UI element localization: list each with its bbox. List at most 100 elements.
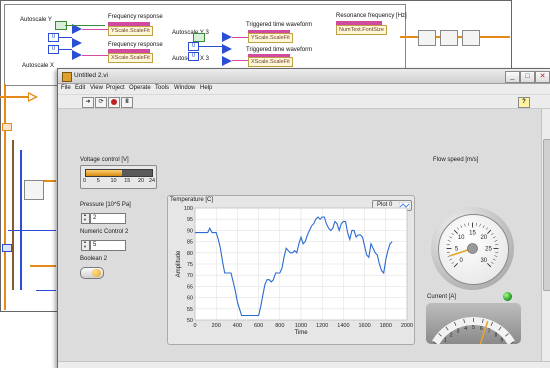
meter-tick-label: 4 (464, 326, 467, 332)
terminal-node[interactable] (2, 244, 12, 252)
gauge-tick-label: 10 (458, 235, 465, 241)
pause-icon[interactable]: II (121, 97, 133, 108)
gauge-tick (486, 227, 488, 229)
y-tick-label: 70 (187, 273, 193, 279)
select-node[interactable] (222, 44, 232, 54)
front-panel[interactable]: Voltage control [V] 0510152024 Pressure … (58, 109, 541, 361)
gauge-tick (461, 225, 462, 228)
numeric-control-2-increment[interactable] (81, 240, 90, 251)
front-panel-window[interactable]: Untitled 2.vi _ □ ✕ File Edit View Proje… (57, 68, 550, 368)
gauge-tick-label: 20 (480, 235, 487, 241)
num-text-property[interactable]: NumText.FontSize (336, 25, 387, 35)
temperature-graph[interactable]: Temperature [C] Plot 0 02004006008001000… (167, 195, 415, 345)
menu-edit[interactable]: Edit (75, 85, 85, 91)
voltage-label: Voltage control [V] (80, 157, 129, 163)
gauge-tick (493, 237, 496, 238)
pressure-label: Pressure [10^5 Pa] (80, 202, 131, 208)
freq-response-label-1: Frequency response (108, 14, 163, 20)
numeric-control-2-input[interactable]: 5 (90, 240, 126, 251)
run-continuous-icon[interactable]: ⟳ (95, 97, 107, 108)
gauge-tick-label: 5 (455, 247, 459, 253)
meter-tick-label: 9 (500, 338, 503, 344)
select-node[interactable] (72, 38, 82, 48)
wire (198, 46, 222, 47)
y-tick-label: 65 (187, 284, 193, 290)
wire (20, 150, 22, 290)
wire (36, 290, 56, 291)
x-tick-label: 400 (233, 323, 242, 329)
gauge-tick (449, 259, 452, 260)
menu-project[interactable]: Project (106, 85, 125, 91)
numeric-control-2-label: Numeric Control 2 (80, 229, 128, 235)
gauge-tick-label: 15 (469, 231, 476, 237)
menu-operate[interactable]: Operate (129, 85, 151, 91)
subvi-node[interactable] (440, 30, 458, 46)
horizontal-scrollbar[interactable] (58, 361, 550, 368)
subvi-node[interactable] (24, 180, 44, 200)
subvi-node[interactable] (462, 30, 480, 46)
gauge-tick (454, 263, 458, 267)
pressure-increment[interactable] (81, 213, 90, 224)
autoscale-y3-terminal[interactable] (193, 33, 205, 42)
diagram-constant[interactable]: 0 (188, 52, 199, 61)
yscale-fit-property-2[interactable]: YScale.ScaleFit (248, 33, 293, 43)
gauge-tick (449, 237, 452, 238)
gauge-tick (451, 262, 453, 264)
scroll-thumb[interactable] (543, 139, 550, 291)
slider-tick-label: 10 (111, 178, 117, 184)
boolean-2-toggle[interactable] (80, 267, 104, 279)
y-tick-label: 80 (187, 251, 193, 257)
wire (58, 49, 72, 50)
meter-tick-label: 7 (488, 328, 491, 334)
gauge-tick (491, 262, 493, 264)
autoscale-y-label: Autoscale Y (20, 17, 52, 23)
gauge-tick-label: 25 (485, 247, 492, 253)
gauge-tick-label: 30 (480, 258, 487, 264)
slider-tick-label: 20 (138, 178, 144, 184)
resonance-label: Resonance frequency [Hz] (336, 13, 407, 19)
terminal-node[interactable] (2, 123, 12, 131)
select-node[interactable] (72, 50, 82, 60)
abort-icon[interactable] (108, 97, 120, 108)
x-tick-label: 200 (212, 323, 221, 329)
triggered-label-2: Triggered time waveform (246, 47, 312, 53)
menu-view[interactable]: View (90, 85, 103, 91)
vertical-scrollbar[interactable] (541, 109, 550, 361)
x-tick-label: 1800 (380, 323, 392, 329)
subvi-node[interactable] (418, 30, 436, 46)
minimize-button[interactable]: _ (505, 71, 520, 83)
toolbar: ➜ ⟳ II ? (58, 95, 550, 109)
gauge-tick (491, 233, 493, 235)
yscale-fit-property[interactable]: YScale.ScaleFit (108, 26, 153, 36)
wire (8, 230, 56, 231)
triggered-label-1: Triggered time waveform (246, 22, 312, 28)
status-led[interactable] (503, 292, 512, 301)
run-arrow-icon[interactable]: ➜ (82, 97, 94, 108)
y-tick-label: 85 (187, 240, 193, 246)
menu-help[interactable]: Help (200, 85, 212, 91)
select-node[interactable] (222, 32, 232, 42)
voltage-slider[interactable]: 0510152024 (80, 165, 157, 189)
context-help-icon[interactable]: ? (518, 97, 530, 108)
xscale-fit-property[interactable]: XScale.ScaleFit (108, 53, 153, 63)
x-tick-label: 1600 (358, 323, 370, 329)
title-bar[interactable]: Untitled 2.vi _ □ ✕ (58, 69, 550, 84)
slider-tick-label: 24 (149, 178, 155, 184)
close-button[interactable]: ✕ (535, 71, 550, 83)
wire (232, 37, 248, 38)
x-axis-label: Time (294, 330, 308, 336)
maximize-button[interactable]: □ (520, 71, 535, 83)
y-tick-label: 50 (187, 318, 193, 324)
wire (58, 37, 72, 38)
pressure-input[interactable]: 2 (90, 213, 126, 224)
select-node[interactable] (222, 56, 232, 66)
menu-file[interactable]: File (61, 85, 71, 91)
y-tick-label: 60 (187, 296, 193, 302)
menu-tools[interactable]: Tools (155, 85, 169, 91)
wire (82, 29, 108, 30)
menu-window[interactable]: Window (174, 85, 195, 91)
gauge-tick (457, 227, 459, 229)
xscale-fit-property-2[interactable]: XScale.ScaleFit (248, 57, 293, 67)
wire (4, 84, 6, 310)
gauge-tick (483, 225, 484, 228)
